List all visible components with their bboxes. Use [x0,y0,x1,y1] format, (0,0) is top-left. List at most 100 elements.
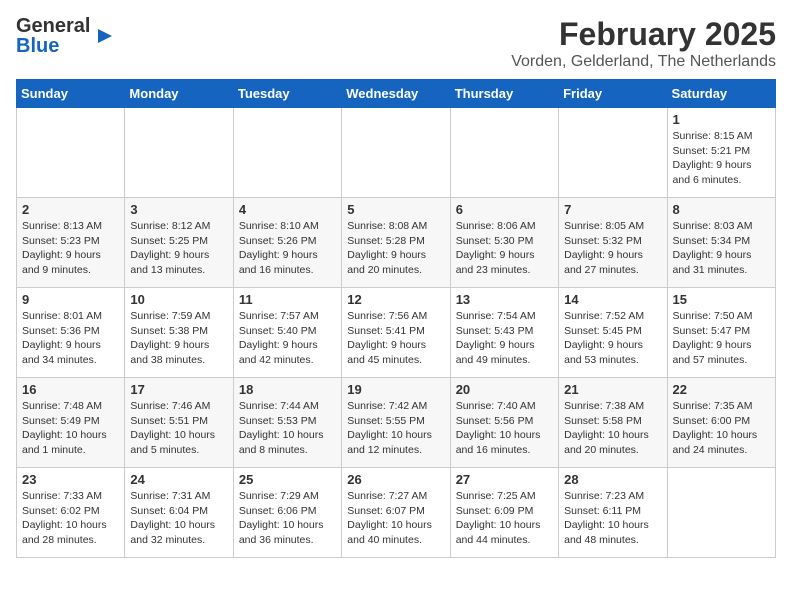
day-info: Sunrise: 7:44 AM Sunset: 5:53 PM Dayligh… [239,399,336,458]
day-number: 6 [456,202,553,217]
table-row: 21 Sunrise: 7:38 AM Sunset: 5:58 PM Dayli… [559,378,667,468]
day-number: 3 [130,202,227,217]
header-thursday: Thursday [450,80,558,108]
day-number: 21 [564,382,661,397]
day-info: Sunrise: 7:35 AM Sunset: 6:00 PM Dayligh… [673,399,770,458]
table-row [342,108,450,198]
table-row: 2 Sunrise: 8:13 AM Sunset: 5:23 PM Daylig… [17,198,125,288]
day-info: Sunrise: 7:50 AM Sunset: 5:47 PM Dayligh… [673,309,770,368]
table-row [450,108,558,198]
day-info: Sunrise: 7:40 AM Sunset: 5:56 PM Dayligh… [456,399,553,458]
day-number: 5 [347,202,444,217]
day-number: 26 [347,472,444,487]
day-info: Sunrise: 7:27 AM Sunset: 6:07 PM Dayligh… [347,489,444,548]
day-info: Sunrise: 8:10 AM Sunset: 5:26 PM Dayligh… [239,219,336,278]
table-row [125,108,233,198]
day-number: 13 [456,292,553,307]
day-info: Sunrise: 7:52 AM Sunset: 5:45 PM Dayligh… [564,309,661,368]
day-info: Sunrise: 7:56 AM Sunset: 5:41 PM Dayligh… [347,309,444,368]
day-info: Sunrise: 7:42 AM Sunset: 5:55 PM Dayligh… [347,399,444,458]
logo-arrow-icon [94,25,116,47]
day-info: Sunrise: 7:25 AM Sunset: 6:09 PM Dayligh… [456,489,553,548]
day-number: 23 [22,472,119,487]
header-saturday: Saturday [667,80,775,108]
day-info: Sunrise: 8:08 AM Sunset: 5:28 PM Dayligh… [347,219,444,278]
table-row: 14 Sunrise: 7:52 AM Sunset: 5:45 PM Dayli… [559,288,667,378]
day-number: 19 [347,382,444,397]
calendar-week-row: 1 Sunrise: 8:15 AM Sunset: 5:21 PM Daylig… [17,108,776,198]
day-number: 2 [22,202,119,217]
table-row: 19 Sunrise: 7:42 AM Sunset: 5:55 PM Dayli… [342,378,450,468]
table-row: 7 Sunrise: 8:05 AM Sunset: 5:32 PM Daylig… [559,198,667,288]
table-row: 11 Sunrise: 7:57 AM Sunset: 5:40 PM Dayli… [233,288,341,378]
day-number: 4 [239,202,336,217]
table-row: 5 Sunrise: 8:08 AM Sunset: 5:28 PM Daylig… [342,198,450,288]
table-row: 16 Sunrise: 7:48 AM Sunset: 5:49 PM Dayli… [17,378,125,468]
table-row: 22 Sunrise: 7:35 AM Sunset: 6:00 PM Dayli… [667,378,775,468]
day-number: 14 [564,292,661,307]
table-row: 20 Sunrise: 7:40 AM Sunset: 5:56 PM Dayli… [450,378,558,468]
day-info: Sunrise: 7:54 AM Sunset: 5:43 PM Dayligh… [456,309,553,368]
day-number: 7 [564,202,661,217]
day-number: 27 [456,472,553,487]
table-row: 17 Sunrise: 7:46 AM Sunset: 5:51 PM Dayli… [125,378,233,468]
table-row: 27 Sunrise: 7:25 AM Sunset: 6:09 PM Dayli… [450,468,558,558]
table-row: 15 Sunrise: 7:50 AM Sunset: 5:47 PM Dayli… [667,288,775,378]
header-friday: Friday [559,80,667,108]
day-info: Sunrise: 8:13 AM Sunset: 5:23 PM Dayligh… [22,219,119,278]
table-row: 26 Sunrise: 7:27 AM Sunset: 6:07 PM Dayli… [342,468,450,558]
day-number: 22 [673,382,770,397]
day-info: Sunrise: 7:23 AM Sunset: 6:11 PM Dayligh… [564,489,661,548]
table-row: 6 Sunrise: 8:06 AM Sunset: 5:30 PM Daylig… [450,198,558,288]
calendar-week-row: 16 Sunrise: 7:48 AM Sunset: 5:49 PM Dayli… [17,378,776,468]
day-number: 25 [239,472,336,487]
logo-blue: Blue [16,36,90,56]
table-row: 4 Sunrise: 8:10 AM Sunset: 5:26 PM Daylig… [233,198,341,288]
day-number: 24 [130,472,227,487]
table-row [233,108,341,198]
table-row: 25Sunrise: 7:29 AM Sunset: 6:06 PM Dayli… [233,468,341,558]
day-number: 17 [130,382,227,397]
day-number: 8 [673,202,770,217]
day-number: 12 [347,292,444,307]
day-info: Sunrise: 7:46 AM Sunset: 5:51 PM Dayligh… [130,399,227,458]
day-info: Sunrise: 8:06 AM Sunset: 5:30 PM Dayligh… [456,219,553,278]
day-number: 20 [456,382,553,397]
day-info: Sunrise: 8:12 AM Sunset: 5:25 PM Dayligh… [130,219,227,278]
day-number: 16 [22,382,119,397]
header-tuesday: Tuesday [233,80,341,108]
calendar-week-row: 9Sunrise: 8:01 AM Sunset: 5:36 PM Daylig… [17,288,776,378]
table-row: 10 Sunrise: 7:59 AM Sunset: 5:38 PM Dayli… [125,288,233,378]
day-number: 18 [239,382,336,397]
calendar-week-row: 23 Sunrise: 7:33 AM Sunset: 6:02 PM Dayli… [17,468,776,558]
logo: General Blue [16,16,116,56]
day-number: 11 [239,292,336,307]
day-info: Sunrise: 7:33 AM Sunset: 6:02 PM Dayligh… [22,489,119,548]
table-row: 9Sunrise: 8:01 AM Sunset: 5:36 PM Daylig… [17,288,125,378]
day-info: Sunrise: 7:48 AM Sunset: 5:49 PM Dayligh… [22,399,119,458]
title-area: February 2025 Vorden, Gelderland, The Ne… [511,16,776,71]
header-monday: Monday [125,80,233,108]
table-row: 18 Sunrise: 7:44 AM Sunset: 5:53 PM Dayli… [233,378,341,468]
table-row: 24Sunrise: 7:31 AM Sunset: 6:04 PM Dayli… [125,468,233,558]
table-row: 12 Sunrise: 7:56 AM Sunset: 5:41 PM Dayli… [342,288,450,378]
table-row [17,108,125,198]
header-sunday: Sunday [17,80,125,108]
day-info: Sunrise: 7:59 AM Sunset: 5:38 PM Dayligh… [130,309,227,368]
day-number: 10 [130,292,227,307]
day-info: Sunrise: 8:05 AM Sunset: 5:32 PM Dayligh… [564,219,661,278]
day-info: Sunrise: 8:15 AM Sunset: 5:21 PM Dayligh… [673,129,770,188]
table-row [559,108,667,198]
day-info: Sunrise: 7:38 AM Sunset: 5:58 PM Dayligh… [564,399,661,458]
day-info: Sunrise: 7:57 AM Sunset: 5:40 PM Dayligh… [239,309,336,368]
header: General Blue February 2025 Vorden, Gelde… [16,16,776,71]
calendar-week-row: 2 Sunrise: 8:13 AM Sunset: 5:23 PM Daylig… [17,198,776,288]
table-row: 23 Sunrise: 7:33 AM Sunset: 6:02 PM Dayli… [17,468,125,558]
table-row: 1 Sunrise: 8:15 AM Sunset: 5:21 PM Daylig… [667,108,775,198]
day-number: 1 [673,112,770,127]
day-header-row: Sunday Monday Tuesday Wednesday Thursday… [17,80,776,108]
table-row: 28Sunrise: 7:23 AM Sunset: 6:11 PM Dayli… [559,468,667,558]
table-row [667,468,775,558]
day-number: 15 [673,292,770,307]
calendar-title: February 2025 [511,16,776,53]
